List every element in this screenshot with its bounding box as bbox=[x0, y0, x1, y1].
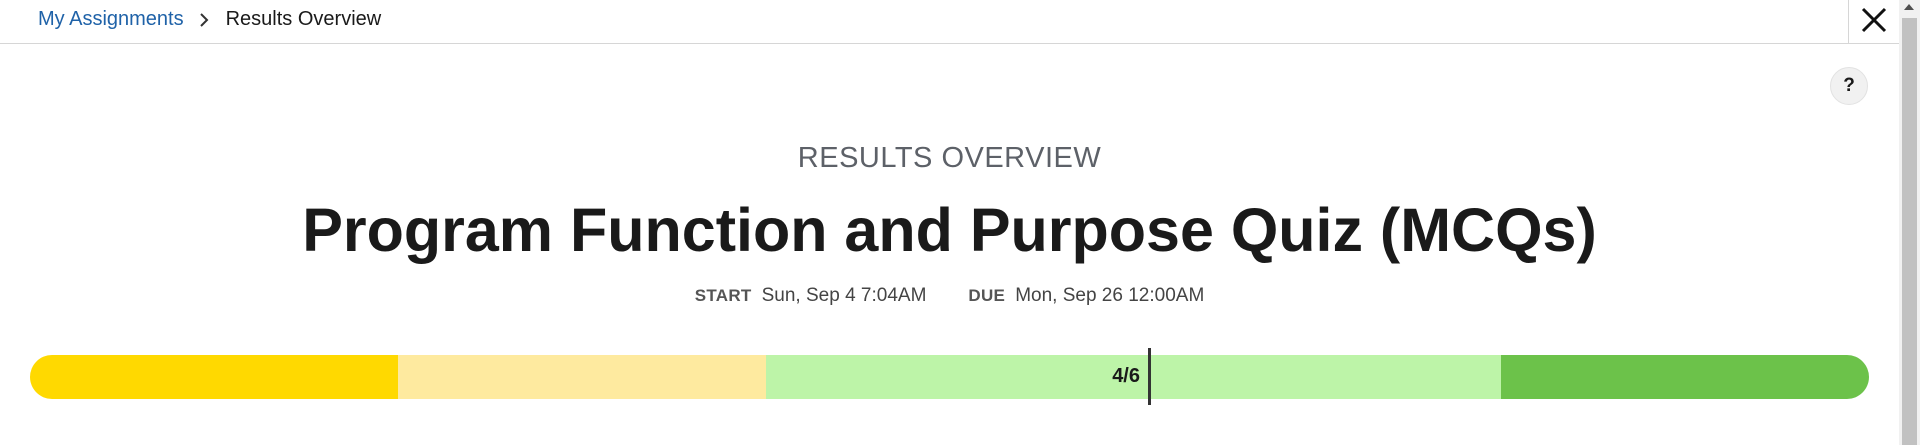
page-eyebrow: RESULTS OVERVIEW bbox=[797, 142, 1102, 174]
help-button[interactable]: ? bbox=[1830, 67, 1868, 105]
scroll-up-arrow-icon[interactable] bbox=[1904, 4, 1914, 10]
breadcrumb-my-assignments-link[interactable]: My Assignments bbox=[38, 8, 184, 30]
progress-segment-5 bbox=[1501, 355, 1869, 399]
scrollbar-thumb[interactable] bbox=[1902, 18, 1917, 445]
page-title: Program Function and Purpose Quiz (MCQs) bbox=[302, 196, 1597, 264]
breadcrumb: My Assignments Results Overview bbox=[38, 8, 381, 30]
results-overview-page: My Assignments Results Overview ? RESULT… bbox=[0, 0, 1920, 445]
close-button[interactable] bbox=[1848, 0, 1899, 44]
chevron-right-icon bbox=[198, 11, 210, 27]
progress-segment-1 bbox=[30, 355, 398, 399]
assignment-dates: START Sun, Sep 4 7:04AM DUE Mon, Sep 26 12:… bbox=[0, 285, 1899, 307]
top-bar: My Assignments Results Overview bbox=[0, 0, 1899, 44]
start-label: START bbox=[694, 286, 752, 305]
score-marker bbox=[1148, 348, 1151, 405]
due-label: DUE bbox=[968, 286, 1006, 305]
start-date: Sun, Sep 4 7:04AM bbox=[761, 285, 927, 306]
breadcrumb-current: Results Overview bbox=[225, 8, 382, 30]
due-date: Mon, Sep 26 12:00AM bbox=[1015, 285, 1205, 306]
vertical-scrollbar[interactable] bbox=[1899, 0, 1920, 445]
close-icon bbox=[1860, 6, 1888, 39]
progress-segment-2 bbox=[397, 355, 766, 399]
score-progress-bar bbox=[30, 355, 1869, 399]
progress-segment-4 bbox=[1133, 355, 1502, 399]
score-label: 4/6 bbox=[1112, 365, 1140, 387]
